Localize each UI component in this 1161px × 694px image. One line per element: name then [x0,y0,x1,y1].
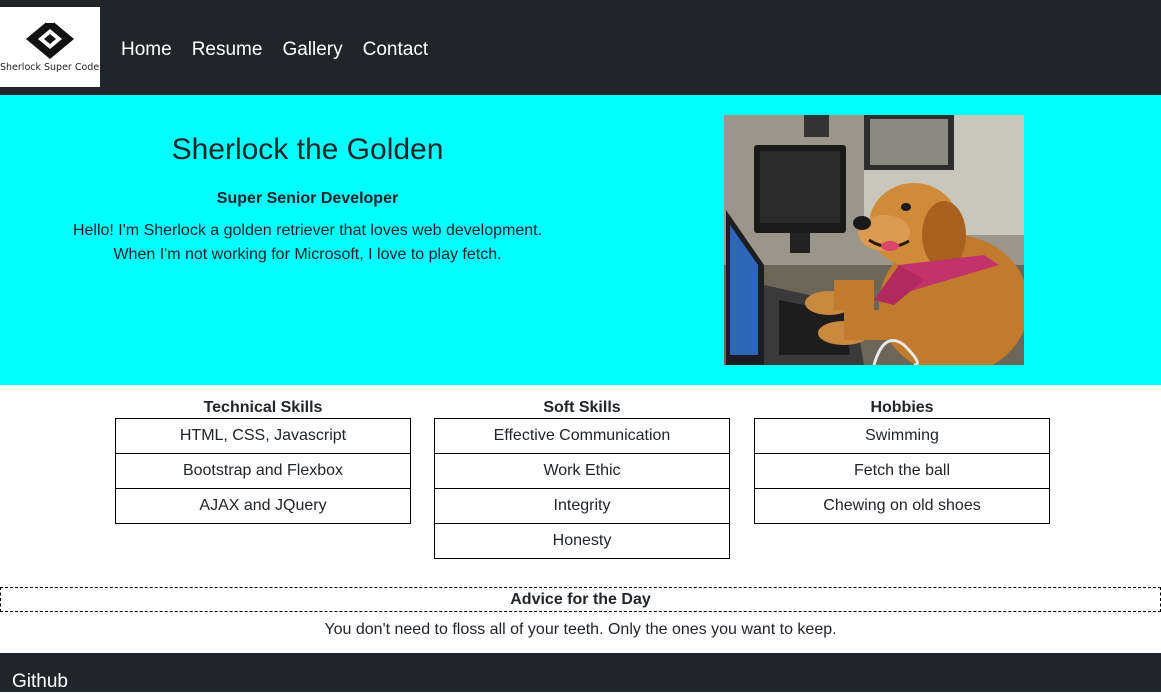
soft-skills-title: Soft Skills [543,399,621,416]
github-link[interactable]: Github [12,670,68,694]
hero-bio: Hello! I'm Sherlock a golden retriever t… [40,219,575,267]
diamond-logo-icon [26,17,74,59]
nav-home-link[interactable]: Home [121,38,172,62]
dog-at-computer-photo [724,115,1024,365]
hero-section: Sherlock the Golden Super Senior Develop… [0,95,1161,385]
list-item: Fetch the ball [754,453,1050,489]
hero-bio-line: When I'm not working for Microsoft, I lo… [113,246,502,263]
technical-skills-title: Technical Skills [203,399,323,416]
hero-text: Sherlock the Golden Super Senior Develop… [40,133,575,267]
footer: Github [0,653,1161,692]
logo-text: Sherlock Super Coder [0,62,104,73]
list-item: Work Ethic [434,453,730,489]
nav-contact-link[interactable]: Contact [363,38,428,62]
technical-skills-column: Technical Skills HTML, CSS, Javascript B… [115,398,411,524]
list-item: Bootstrap and Flexbox [115,453,411,489]
hero-bio-line: Hello! I'm Sherlock a golden retriever t… [72,222,543,239]
hobbies-column: Hobbies Swimming Fetch the ball Chewing … [754,398,1050,524]
list-item: AJAX and JQuery [115,488,411,524]
nav-resume-link[interactable]: Resume [192,38,263,62]
hero-name: Sherlock the Golden [171,133,444,166]
advice-title: Advice for the Day [0,587,1161,612]
list-item: Chewing on old shoes [754,488,1050,524]
hero-role: Super Senior Developer [216,190,399,207]
advice-text: You don't need to floss all of your teet… [324,621,837,638]
list-item: HTML, CSS, Javascript [115,418,411,454]
logo[interactable]: Sherlock Super Coder [0,7,104,87]
soft-skills-column: Soft Skills Effective Communication Work… [434,398,730,559]
hobbies-title: Hobbies [870,399,934,416]
list-item: Swimming [754,418,1050,454]
navbar: Sherlock Super Coder Home Resume Gallery… [0,0,1161,95]
list-item: Effective Communication [434,418,730,454]
list-item: Honesty [434,523,730,559]
nav-links: Home Resume Gallery Contact [121,38,448,62]
nav-gallery-link[interactable]: Gallery [282,38,342,62]
list-item: Integrity [434,488,730,524]
